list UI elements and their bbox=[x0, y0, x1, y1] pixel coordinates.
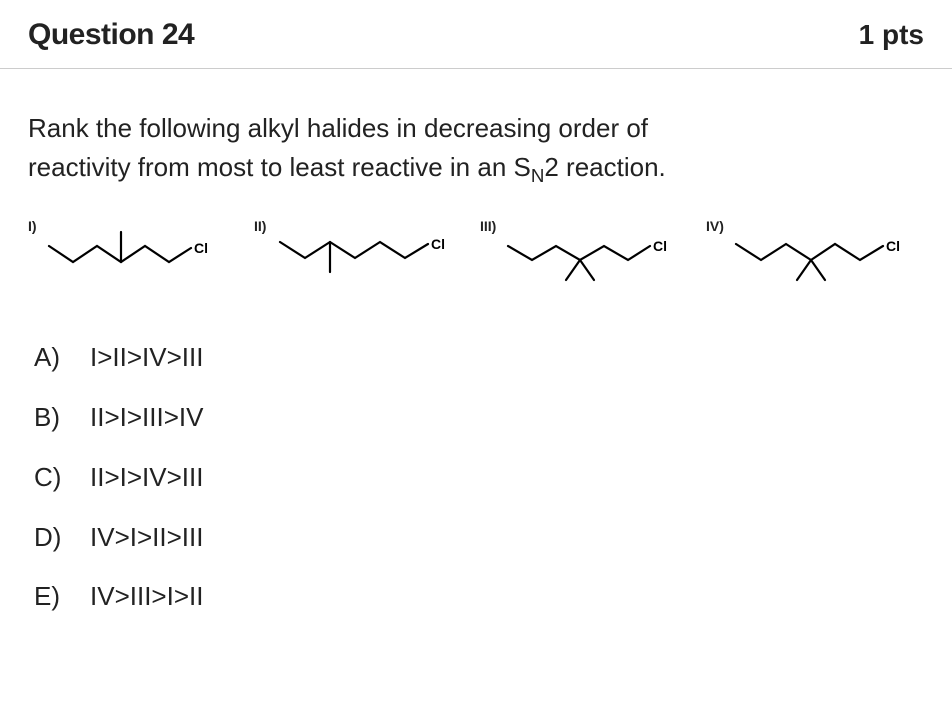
option-d[interactable]: D) IV>I>II>III bbox=[34, 508, 924, 568]
structure-3-drawing: Cl bbox=[500, 218, 690, 288]
structure-2-drawing: Cl bbox=[270, 218, 460, 288]
option-a-text: I>II>IV>III bbox=[90, 328, 203, 388]
structure-3: III) Cl bbox=[480, 218, 698, 288]
prompt-line2b: 2 reaction. bbox=[544, 152, 665, 182]
option-e-text: IV>III>I>II bbox=[90, 567, 203, 627]
structure-4-drawing: Cl bbox=[728, 218, 918, 288]
option-c-label: C) bbox=[34, 448, 68, 508]
option-e-label: E) bbox=[34, 567, 68, 627]
option-a-label: A) bbox=[34, 328, 68, 388]
option-b-label: B) bbox=[34, 388, 68, 448]
prompt-sub: N bbox=[531, 165, 545, 186]
question-points: 1 pts bbox=[859, 19, 924, 51]
option-c[interactable]: C) II>I>IV>III bbox=[34, 448, 924, 508]
question-header: Question 24 1 pts bbox=[0, 0, 952, 69]
question-number: Question 24 bbox=[28, 18, 194, 52]
structure-1: I) Cl bbox=[28, 218, 246, 288]
structure-4: IV) Cl bbox=[706, 218, 924, 288]
question-prompt: Rank the following alkyl halides in decr… bbox=[28, 109, 924, 190]
structure-1-drawing: Cl bbox=[41, 218, 231, 288]
option-b-text: II>I>III>IV bbox=[90, 388, 203, 448]
option-d-text: IV>I>II>III bbox=[90, 508, 203, 568]
structure-2-label: II) bbox=[254, 218, 266, 234]
structures-row: I) Cl II) Cl III) bbox=[28, 218, 924, 288]
answer-options: A) I>II>IV>III B) II>I>III>IV C) II>I>IV… bbox=[28, 328, 924, 627]
structure-4-label: IV) bbox=[706, 218, 724, 234]
option-d-label: D) bbox=[34, 508, 68, 568]
structure-3-atom: Cl bbox=[653, 238, 667, 254]
structure-4-atom: Cl bbox=[886, 238, 900, 254]
question-body: Rank the following alkyl halides in decr… bbox=[0, 69, 952, 637]
structure-3-label: III) bbox=[480, 218, 496, 234]
structure-1-label: I) bbox=[28, 218, 37, 234]
structure-2-atom: Cl bbox=[431, 236, 445, 252]
option-b[interactable]: B) II>I>III>IV bbox=[34, 388, 924, 448]
option-c-text: II>I>IV>III bbox=[90, 448, 203, 508]
option-a[interactable]: A) I>II>IV>III bbox=[34, 328, 924, 388]
structure-1-atom: Cl bbox=[194, 240, 208, 256]
structure-2: II) Cl bbox=[254, 218, 472, 288]
prompt-line2a: reactivity from most to least reactive i… bbox=[28, 152, 531, 182]
prompt-line1: Rank the following alkyl halides in decr… bbox=[28, 113, 648, 143]
option-e[interactable]: E) IV>III>I>II bbox=[34, 567, 924, 627]
